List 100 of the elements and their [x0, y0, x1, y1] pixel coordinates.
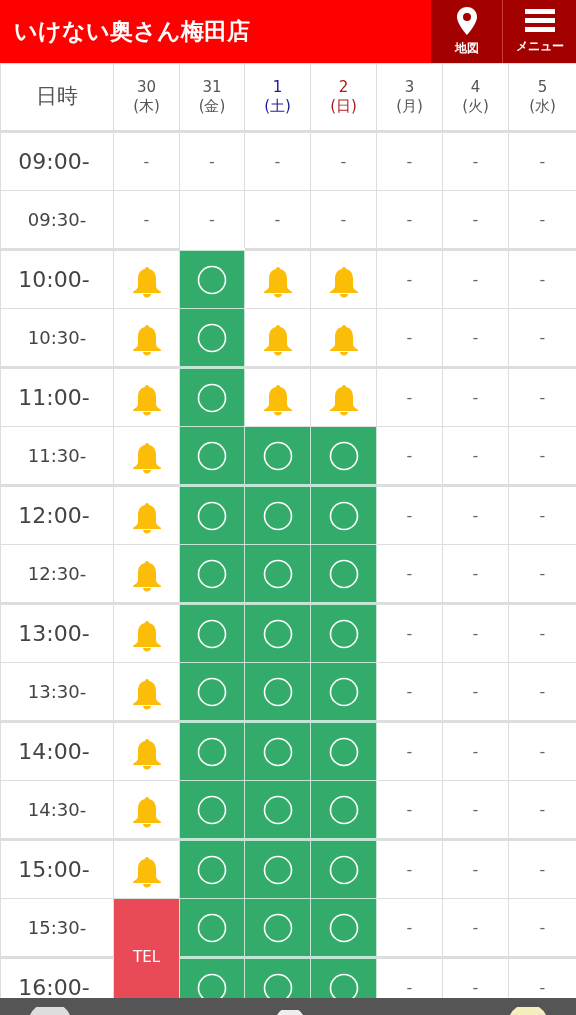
- unavailable-mark: -: [406, 269, 413, 289]
- available-cell[interactable]: [310, 662, 377, 722]
- unavailable-mark: -: [539, 799, 546, 819]
- available-cell[interactable]: [179, 603, 245, 663]
- unavailable-mark: -: [539, 859, 546, 879]
- available-cell[interactable]: [179, 367, 245, 427]
- time-label: 13:30-: [27, 681, 87, 702]
- available-cell[interactable]: [179, 721, 245, 781]
- unavailable-mark: -: [539, 151, 546, 171]
- available-cell[interactable]: [179, 780, 245, 840]
- unavailable-mark: -: [472, 859, 479, 879]
- tel-cell[interactable]: TEL: [113, 898, 180, 998]
- day-header: 30 (木): [132, 78, 161, 116]
- unavailable-mark: -: [539, 741, 546, 761]
- unavailable-mark: -: [209, 151, 215, 171]
- unavailable-mark: -: [472, 917, 479, 937]
- unavailable-mark: -: [406, 327, 413, 347]
- time-label: 12:00-: [18, 503, 90, 528]
- circle-icon: [262, 736, 293, 767]
- unavailable-mark: -: [472, 977, 479, 997]
- unavailable-mark: -: [406, 387, 413, 407]
- circle-icon: [328, 558, 359, 589]
- unavailable-mark: -: [406, 623, 413, 643]
- available-cell[interactable]: [244, 426, 311, 486]
- unavailable-mark: -: [406, 917, 413, 937]
- store-title: いけない奥さん梅田店: [14, 17, 250, 47]
- map-pin-icon: [456, 6, 477, 35]
- bell-icon: [328, 383, 359, 416]
- unavailable-mark: -: [539, 977, 546, 997]
- unavailable-mark: -: [406, 445, 413, 465]
- circle-icon: [328, 500, 359, 531]
- available-cell[interactable]: [244, 544, 311, 604]
- circle-icon: [197, 618, 227, 649]
- circle-icon: [197, 558, 227, 589]
- available-cell[interactable]: [244, 957, 311, 998]
- map-button[interactable]: 地図: [431, 0, 502, 63]
- circle-icon: [197, 736, 227, 767]
- bell-icon: [262, 265, 293, 298]
- unavailable-mark: -: [472, 151, 479, 171]
- available-cell[interactable]: [310, 957, 377, 998]
- circle-icon: [197, 676, 227, 707]
- available-cell[interactable]: [179, 426, 245, 486]
- available-cell[interactable]: [310, 426, 377, 486]
- bell-icon: [328, 323, 359, 356]
- available-cell[interactable]: [179, 249, 245, 309]
- unavailable-mark: -: [539, 917, 546, 937]
- available-cell[interactable]: [179, 957, 245, 998]
- circle-icon: [197, 264, 227, 295]
- circle-icon: [197, 322, 227, 353]
- unavailable-mark: -: [406, 209, 413, 229]
- time-label: 14:00-: [18, 739, 90, 764]
- unavailable-mark: -: [539, 445, 546, 465]
- day-header: 3 (月): [395, 78, 424, 116]
- circle-icon: [262, 676, 293, 707]
- circle-icon: [328, 854, 359, 885]
- unavailable-mark: -: [472, 445, 479, 465]
- unavailable-mark: -: [539, 387, 546, 407]
- available-cell[interactable]: [244, 839, 311, 899]
- available-cell[interactable]: [179, 485, 245, 545]
- circle-icon: [197, 794, 227, 825]
- available-cell[interactable]: [179, 898, 245, 958]
- available-cell[interactable]: [310, 485, 377, 545]
- available-cell[interactable]: [310, 721, 377, 781]
- available-cell[interactable]: [179, 662, 245, 722]
- bell-icon: [328, 265, 359, 298]
- available-cell[interactable]: [244, 603, 311, 663]
- unavailable-mark: -: [209, 209, 215, 229]
- available-cell[interactable]: [179, 544, 245, 604]
- available-cell[interactable]: [244, 780, 311, 840]
- available-cell[interactable]: [179, 839, 245, 899]
- available-cell[interactable]: [179, 308, 245, 368]
- available-cell[interactable]: [244, 898, 311, 958]
- available-cell[interactable]: [310, 603, 377, 663]
- day-header: 31 (金): [197, 78, 227, 116]
- circle-icon: [262, 500, 293, 531]
- unavailable-mark: -: [143, 151, 150, 171]
- time-label: 09:00-: [18, 149, 90, 174]
- available-cell[interactable]: [244, 485, 311, 545]
- available-cell[interactable]: [310, 839, 377, 899]
- bell-icon: [131, 559, 162, 592]
- time-label: 11:30-: [27, 445, 87, 466]
- bell-icon: [131, 441, 162, 474]
- available-cell[interactable]: [244, 662, 311, 722]
- circle-icon: [197, 440, 227, 471]
- available-cell[interactable]: [310, 780, 377, 840]
- unavailable-mark: -: [472, 327, 479, 347]
- menu-button[interactable]: メニュー: [502, 0, 576, 63]
- circle-icon: [262, 618, 293, 649]
- circle-icon: [262, 558, 293, 589]
- available-cell[interactable]: [310, 898, 377, 958]
- bell-icon: [131, 855, 162, 888]
- circle-icon: [197, 500, 227, 531]
- circle-icon: [328, 676, 359, 707]
- day-header: 2 (日): [329, 78, 358, 116]
- time-label: 10:00-: [18, 267, 90, 292]
- time-label: 09:30-: [27, 209, 87, 230]
- available-cell[interactable]: [244, 721, 311, 781]
- circle-icon: [262, 854, 293, 885]
- available-cell[interactable]: [310, 544, 377, 604]
- unavailable-mark: -: [406, 563, 413, 583]
